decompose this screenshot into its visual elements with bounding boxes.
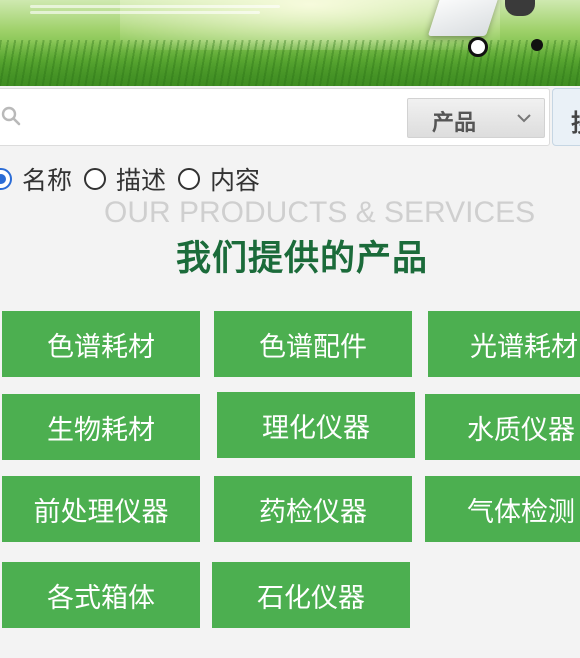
search-button[interactable]: 搜索 (552, 88, 580, 146)
product-tile[interactable]: 石化仪器 (212, 562, 410, 628)
banner-product-image-dark (505, 0, 535, 16)
hero-banner (0, 0, 580, 86)
radio-button[interactable] (178, 168, 201, 190)
slider-dot-2[interactable] (531, 39, 543, 51)
search-scope-radios: 名称 描述 内容 (0, 162, 272, 196)
category-select-value: 产品 (432, 111, 477, 136)
banner-caption (30, 2, 300, 22)
section-subtitle: OUR PRODUCTS & SERVICES (104, 196, 536, 229)
search-icon (1, 106, 21, 126)
radio-label: 名称 (22, 166, 73, 195)
radio-label: 内容 (210, 166, 261, 195)
product-tile[interactable]: 前处理仪器 (2, 476, 200, 542)
product-tile[interactable]: 各式箱体 (2, 562, 200, 628)
product-tile[interactable]: 生物耗材 (2, 394, 200, 460)
category-select[interactable]: 产品 (407, 98, 545, 138)
product-tile[interactable]: 色谱配件 (214, 311, 412, 377)
search-bar: 产品 (0, 88, 550, 146)
slider-dot-1[interactable] (468, 37, 488, 57)
chevron-down-icon (517, 114, 531, 123)
radio-button[interactable] (84, 168, 107, 190)
radio-content[interactable]: 内容 (178, 161, 260, 197)
search-input[interactable] (29, 99, 393, 137)
product-tile[interactable]: 色谱耗材 (2, 311, 200, 377)
product-tile[interactable]: 药检仪器 (214, 476, 412, 542)
banner-grass (0, 40, 580, 86)
radio-description[interactable]: 描述 (84, 161, 166, 197)
product-tile[interactable]: 气体检测 (425, 476, 580, 542)
search-button-label: 搜索 (571, 103, 580, 138)
product-tile[interactable]: 水质仪器 (425, 394, 580, 460)
radio-button[interactable] (0, 168, 12, 190)
product-tile[interactable]: 光谱耗材 (428, 311, 580, 377)
radio-label: 描述 (116, 166, 167, 195)
radio-name[interactable]: 名称 (0, 161, 72, 197)
product-tile[interactable]: 理化仪器 (217, 392, 415, 458)
section-title: 我们提供的产品 (176, 239, 429, 279)
